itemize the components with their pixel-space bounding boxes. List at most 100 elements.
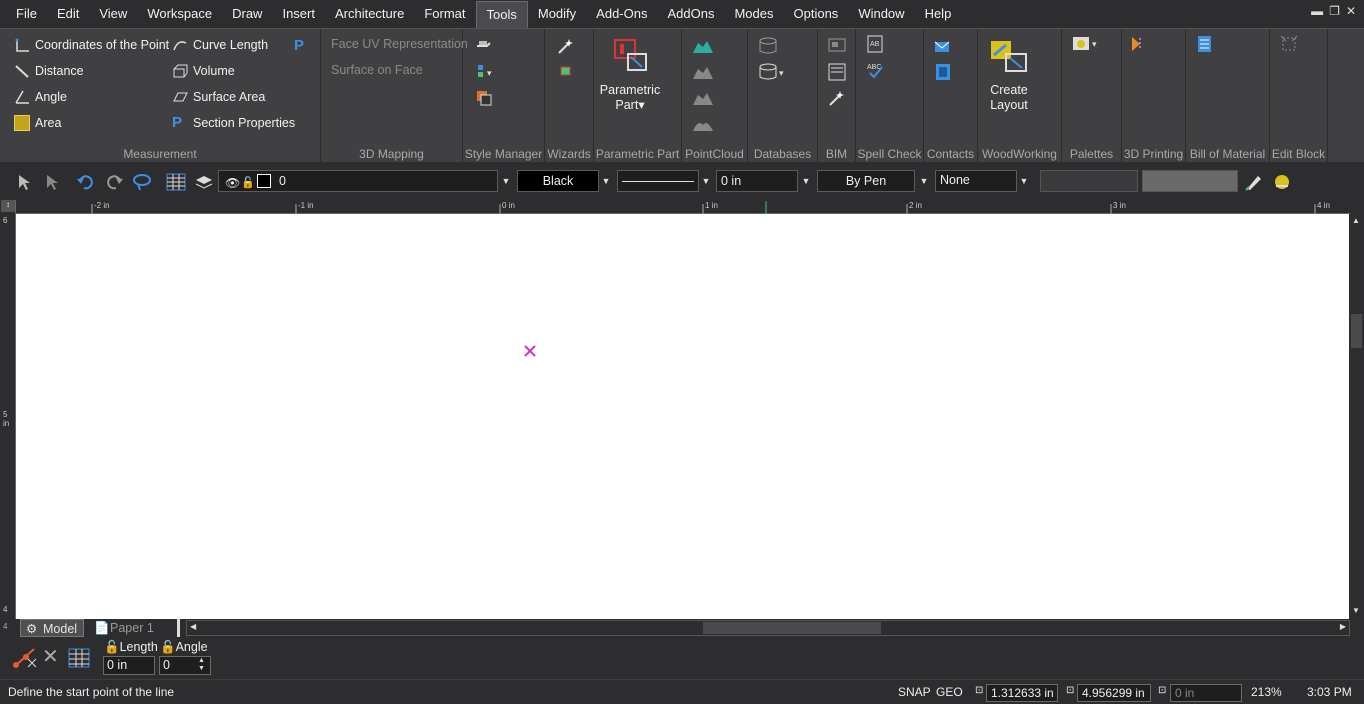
x-coordinate-field[interactable]: 1.312633 in (986, 684, 1058, 702)
properties-p-icon[interactable]: P (294, 37, 312, 55)
contacts-film-icon[interactable] (934, 63, 952, 81)
menu-modes[interactable]: Modes (724, 0, 783, 28)
menu-options[interactable]: Options (784, 0, 849, 28)
coordinates-of-point-button[interactable]: Coordinates of the Point (14, 37, 169, 53)
menu-view[interactable]: View (89, 0, 137, 28)
create-layout-icon[interactable] (990, 39, 1028, 73)
3d-printing-icon[interactable] (1130, 35, 1148, 53)
scroll-left-arrow-icon[interactable]: ◀ (190, 622, 196, 631)
distance-button[interactable]: Distance (14, 63, 84, 79)
menu-workspace[interactable]: Workspace (137, 0, 222, 28)
undo-icon[interactable] (76, 172, 96, 192)
z-coordinate-field[interactable]: 0 in (1170, 684, 1242, 702)
palettes-icon[interactable]: ▾ (1072, 35, 1100, 53)
area-button[interactable]: Area (14, 115, 61, 131)
length-input[interactable]: 0 in (103, 656, 155, 675)
inspector-table-icon[interactable] (68, 647, 90, 672)
menu-add-ons[interactable]: Add-Ons (586, 0, 657, 28)
snap-toggle[interactable]: SNAP (898, 685, 931, 699)
edit-block-icon[interactable] (1280, 35, 1298, 53)
bim-icon-1[interactable] (828, 37, 846, 55)
parametric-part-button[interactable]: Parametric Part▾ (594, 83, 666, 113)
scroll-right-arrow-icon[interactable]: ▶ (1340, 622, 1346, 631)
bill-of-material-icon[interactable] (1196, 35, 1214, 53)
restore-icon[interactable]: ❐ (1329, 4, 1340, 18)
line-style-dropdown-arrow[interactable]: ▼ (917, 170, 931, 192)
menu-window[interactable]: Window (848, 0, 914, 28)
vertical-scroll-thumb[interactable] (1351, 314, 1362, 348)
layers-icon[interactable] (194, 172, 214, 192)
style-grid-icon[interactable]: ▾ (477, 63, 495, 81)
menu-edit[interactable]: Edit (47, 0, 89, 28)
layer-dropdown-arrow[interactable]: ▼ (499, 170, 513, 192)
tab-model[interactable]: ⚙ Model (20, 619, 84, 637)
pointcloud-icon-4[interactable] (692, 115, 714, 133)
arrow-dropdown-arrow[interactable]: ▼ (1017, 170, 1031, 192)
database-icon[interactable] (758, 37, 780, 55)
wizard-wand-icon[interactable] (557, 37, 575, 55)
scroll-up-arrow-icon[interactable]: ▲ (1352, 216, 1360, 225)
close-icon[interactable]: ✕ (1346, 4, 1356, 18)
menu-draw[interactable]: Draw (222, 0, 272, 28)
spellcheck-abc-icon[interactable]: ABC (866, 61, 884, 79)
contacts-mail-icon[interactable] (934, 37, 952, 55)
menu-insert[interactable]: Insert (272, 0, 325, 28)
color-dropdown-arrow[interactable]: ▼ (599, 170, 613, 192)
y-coordinate-field[interactable]: 4.956299 in (1077, 684, 1151, 702)
menu-architecture[interactable]: Architecture (325, 0, 414, 28)
section-properties-button[interactable]: P Section Properties (172, 115, 295, 131)
brush-icon[interactable] (1244, 172, 1264, 192)
menu-modify[interactable]: Modify (528, 0, 586, 28)
color-select[interactable]: Black (517, 170, 599, 192)
minimize-icon[interactable]: ▬ (1311, 4, 1323, 18)
line-style-select[interactable]: By Pen (817, 170, 915, 192)
style-hand-icon[interactable] (475, 37, 493, 55)
vertical-scrollbar[interactable]: ▲ ▼ (1349, 214, 1364, 619)
wizard-chip-icon[interactable] (559, 63, 577, 81)
horizontal-scroll-thumb[interactable] (703, 622, 881, 634)
pointcloud-icon-2[interactable] (692, 63, 714, 81)
angle-button[interactable]: Angle (14, 89, 67, 105)
bim-wand-icon[interactable] (828, 89, 846, 107)
create-layout-button[interactable]: Create Layout (978, 83, 1040, 113)
svg-text:AB: AB (870, 41, 880, 48)
spellcheck-doc-icon[interactable]: AB (866, 35, 884, 53)
cancel-x-icon[interactable]: ✕ (42, 647, 59, 667)
layer-select[interactable]: 👁 🔓 0 (218, 170, 498, 192)
bim-icon-2[interactable] (828, 63, 846, 81)
redo-icon[interactable] (104, 172, 124, 192)
thickness-select[interactable]: 0 in (716, 170, 798, 192)
arrow-select[interactable]: None (935, 170, 1017, 192)
menu-tools[interactable]: Tools (475, 1, 528, 28)
tab-paper-1[interactable]: 📄 Paper 1 (88, 619, 180, 637)
face-uv-button[interactable]: Face UV Representation (331, 37, 468, 51)
pointcloud-attach-icon[interactable] (692, 37, 714, 55)
geo-toggle[interactable]: GEO (936, 685, 963, 699)
menu-help[interactable]: Help (915, 0, 962, 28)
line-tool-icon[interactable] (12, 645, 38, 674)
select-sub-arrow-icon[interactable] (42, 172, 62, 192)
surface-on-face-button[interactable]: Surface on Face (331, 63, 423, 77)
lasso-icon[interactable] (132, 172, 152, 192)
database-dropdown-icon[interactable]: ▾ (758, 63, 788, 81)
pointcloud-icon-3[interactable] (692, 89, 714, 107)
table-icon[interactable] (166, 172, 186, 192)
style-copy-icon[interactable] (475, 89, 493, 107)
line-type-dropdown-arrow[interactable]: ▼ (699, 170, 713, 192)
horizontal-scrollbar[interactable]: ◀ ▶ (186, 620, 1350, 636)
menu-file[interactable]: File (0, 0, 47, 28)
line-type-select[interactable] (617, 170, 699, 192)
scroll-down-arrow-icon[interactable]: ▼ (1352, 606, 1360, 615)
thickness-dropdown-arrow[interactable]: ▼ (799, 170, 813, 192)
select-arrow-icon[interactable] (14, 172, 34, 192)
parametric-part-icon[interactable] (614, 39, 650, 73)
volume-button[interactable]: Volume (172, 63, 235, 79)
menu-addons[interactable]: AddOns (657, 0, 724, 28)
angle-stepper[interactable]: ▲ ▼ (198, 657, 205, 673)
surface-area-button[interactable]: Surface Area (172, 89, 265, 105)
menu-format[interactable]: Format (414, 0, 475, 28)
curve-length-button[interactable]: Curve Length (172, 37, 268, 53)
drawing-canvas[interactable] (16, 214, 1349, 619)
zoom-level[interactable]: 213% (1251, 685, 1282, 699)
paint-bucket-icon[interactable] (1272, 172, 1292, 192)
